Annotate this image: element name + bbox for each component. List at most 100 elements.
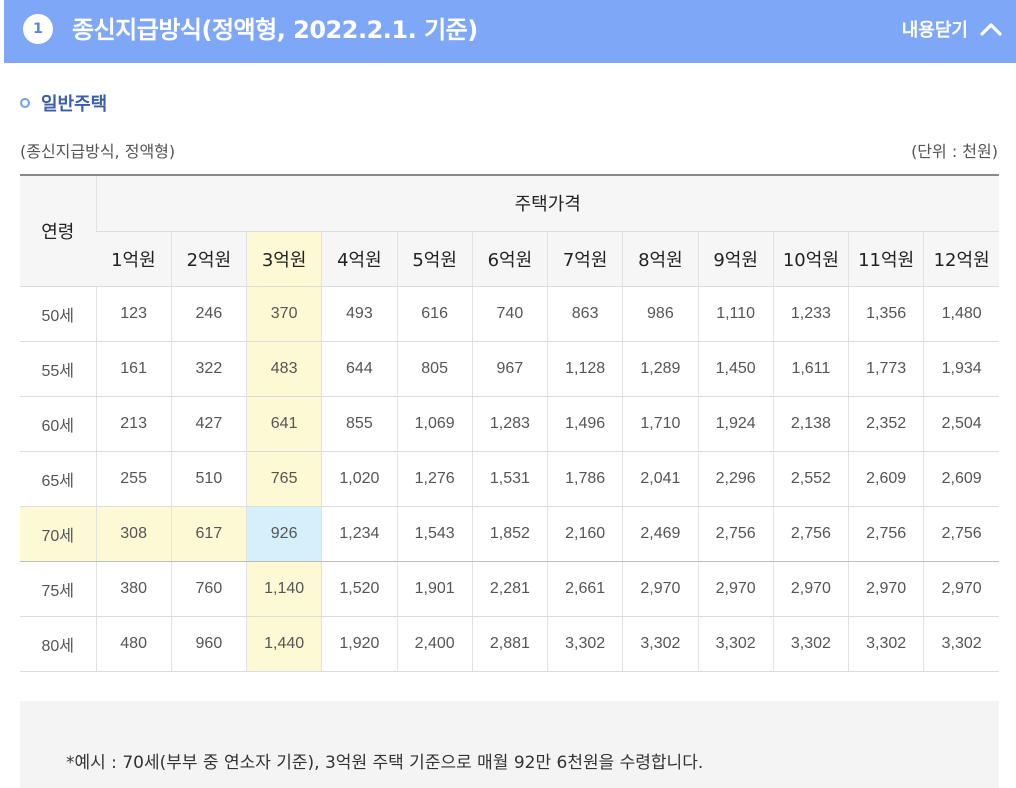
price-column-header: 4억원 bbox=[321, 231, 397, 287]
table-row: 60세 213 427 641 855 1,069 1,283 1,496 1,710 1,924… bbox=[20, 396, 999, 452]
value-cell: 123 bbox=[95, 286, 172, 342]
table-row: 55세 161 322 483 644 805 967 1,128 1,289 1,450 1,61… bbox=[20, 341, 999, 397]
price-column-header: 2억원 bbox=[170, 231, 247, 287]
value-cell: 1,283 bbox=[471, 396, 548, 452]
value-cell: 2,881 bbox=[471, 616, 548, 672]
age-cell: 65세 bbox=[20, 451, 96, 507]
value-cell: 1,901 bbox=[396, 561, 473, 617]
value-cell: 2,609 bbox=[847, 451, 924, 507]
collapse-toggle-button[interactable]: 내용닫기 bbox=[902, 14, 1002, 44]
value-cell: 1,786 bbox=[546, 451, 623, 507]
value-cell: 3,302 bbox=[923, 616, 999, 672]
subsection-heading: 일반주택 bbox=[20, 90, 107, 116]
age-cell: 60세 bbox=[20, 396, 96, 452]
value-cell: 2,504 bbox=[923, 396, 999, 452]
value-cell: 1,496 bbox=[546, 396, 623, 452]
age-cell: 75세 bbox=[20, 561, 96, 617]
table-row: 80세 480 960 1,440 1,920 2,400 2,881 3,302 3,302 3… bbox=[20, 616, 999, 672]
chevron-up-icon bbox=[980, 23, 1002, 36]
value-cell: 1,531 bbox=[471, 451, 548, 507]
value-cell: 2,970 bbox=[622, 561, 698, 617]
value-cell: 1,480 bbox=[923, 286, 999, 342]
value-cell: 2,609 bbox=[923, 451, 999, 507]
value-cell: 3,302 bbox=[546, 616, 623, 672]
subsection-title: 일반주택 bbox=[41, 94, 108, 115]
value-cell: 616 bbox=[396, 286, 473, 342]
value-cell: 510 bbox=[170, 451, 247, 507]
value-cell: 380 bbox=[95, 561, 172, 617]
section-number-badge: 1 bbox=[23, 14, 53, 44]
value-cell: 2,756 bbox=[697, 506, 774, 562]
value-cell: 2,160 bbox=[546, 506, 623, 562]
value-cell: 1,233 bbox=[772, 286, 849, 342]
value-cell: 1,520 bbox=[321, 561, 397, 617]
value-cell: 967 bbox=[471, 341, 548, 397]
value-cell: 2,552 bbox=[772, 451, 849, 507]
age-cell: 55세 bbox=[20, 341, 96, 397]
value-cell: 760 bbox=[170, 561, 247, 617]
value-cell: 2,296 bbox=[697, 451, 774, 507]
value-cell: 493 bbox=[321, 286, 397, 342]
value-cell: 1,356 bbox=[847, 286, 924, 342]
price-column-header: 6억원 bbox=[471, 231, 548, 287]
value-cell: 926 bbox=[245, 506, 322, 562]
pension-table: 연령 주택가격 1억원 2억원 3억원 4억원 5억원 6억원 7억원 8억원 9억원 10억원 1… bbox=[20, 174, 999, 672]
value-cell: 1,440 bbox=[245, 616, 322, 672]
value-cell: 1,289 bbox=[622, 341, 698, 397]
price-column-header: 5억원 bbox=[396, 231, 473, 287]
value-cell: 308 bbox=[95, 506, 172, 562]
section-title: 종신지급방식(정액형, 2022.2.1. 기준) bbox=[72, 16, 478, 44]
value-cell: 863 bbox=[546, 286, 623, 342]
value-cell: 1,852 bbox=[471, 506, 548, 562]
value-cell: 1,450 bbox=[697, 341, 774, 397]
age-cell: 70세 bbox=[20, 506, 96, 562]
value-cell: 855 bbox=[321, 396, 397, 452]
value-cell: 2,352 bbox=[847, 396, 924, 452]
value-cell: 1,020 bbox=[321, 451, 397, 507]
value-cell: 246 bbox=[170, 286, 247, 342]
value-cell: 641 bbox=[245, 396, 322, 452]
collapse-toggle-label: 내용닫기 bbox=[901, 20, 968, 41]
table-caption: (종신지급방식, 정액형) bbox=[20, 142, 176, 161]
value-cell: 2,970 bbox=[772, 561, 849, 617]
value-cell: 805 bbox=[396, 341, 473, 397]
price-column-header: 12억원 bbox=[923, 231, 999, 287]
value-cell: 2,970 bbox=[923, 561, 999, 617]
price-group-header: 주택가격 bbox=[95, 174, 999, 232]
value-cell: 2,661 bbox=[546, 561, 623, 617]
value-cell: 2,281 bbox=[471, 561, 548, 617]
bullet-circle-icon bbox=[20, 98, 30, 108]
value-cell: 1,611 bbox=[772, 341, 849, 397]
price-column-header: 9억원 bbox=[697, 231, 774, 287]
value-cell: 483 bbox=[245, 341, 322, 397]
value-cell: 644 bbox=[321, 341, 397, 397]
value-cell: 617 bbox=[170, 506, 247, 562]
value-cell: 765 bbox=[245, 451, 322, 507]
unit-label: (단위 : 천원) bbox=[911, 142, 998, 161]
price-column-header: 8억원 bbox=[622, 231, 698, 287]
value-cell: 370 bbox=[245, 286, 322, 342]
value-cell: 2,469 bbox=[622, 506, 698, 562]
example-note-box: *예시 : 70세(부부 중 연소자 기준), 3억원 주택 기준으로 매월 9… bbox=[20, 701, 999, 788]
age-cell: 50세 bbox=[20, 286, 96, 342]
value-cell: 255 bbox=[95, 451, 172, 507]
value-cell: 2,970 bbox=[697, 561, 774, 617]
section-header: 1 종신지급방식(정액형, 2022.2.1. 기준) 내용닫기 bbox=[4, 0, 1016, 63]
value-cell: 1,710 bbox=[622, 396, 698, 452]
value-cell: 427 bbox=[170, 396, 247, 452]
value-cell: 2,138 bbox=[772, 396, 849, 452]
value-cell: 3,302 bbox=[772, 616, 849, 672]
value-cell: 1,924 bbox=[697, 396, 774, 452]
value-cell: 2,970 bbox=[847, 561, 924, 617]
value-cell: 960 bbox=[170, 616, 247, 672]
value-cell: 2,756 bbox=[847, 506, 924, 562]
age-column-header: 연령 bbox=[20, 174, 96, 287]
value-cell: 1,920 bbox=[321, 616, 397, 672]
table-row: 70세 308 617 926 1,234 1,543 1,852 2,160 2,469 2,7… bbox=[20, 506, 999, 562]
value-cell: 2,041 bbox=[622, 451, 698, 507]
value-cell: 740 bbox=[471, 286, 548, 342]
price-column-header: 11억원 bbox=[847, 231, 924, 287]
value-cell: 3,302 bbox=[622, 616, 698, 672]
example-note: *예시 : 70세(부부 중 연소자 기준), 3억원 주택 기준으로 매월 9… bbox=[66, 753, 704, 773]
value-cell: 3,302 bbox=[697, 616, 774, 672]
